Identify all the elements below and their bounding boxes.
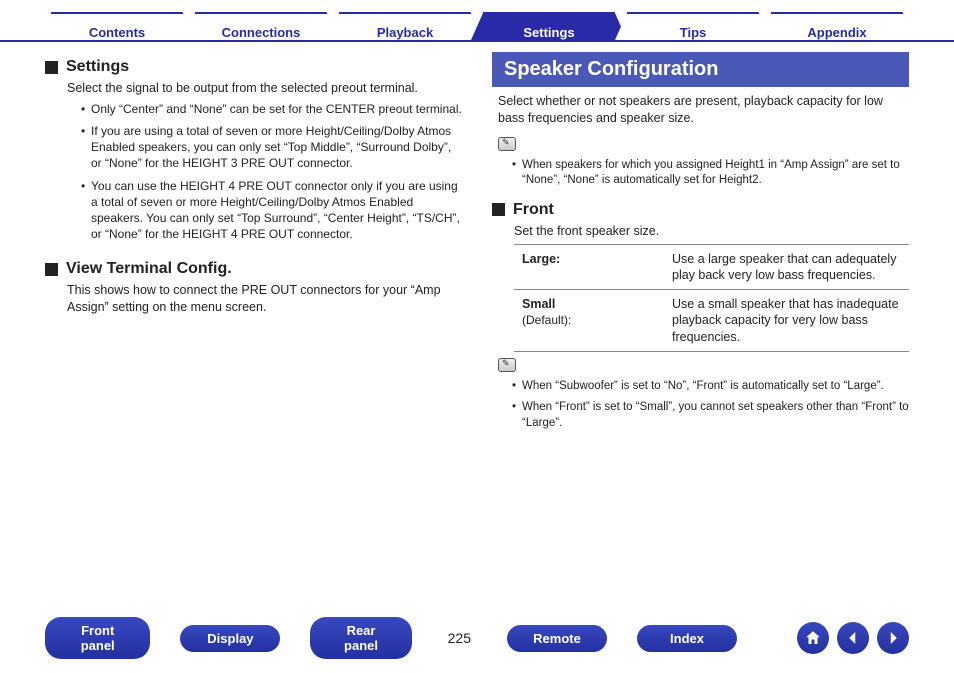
list-item: When “Subwoofer” is set to “No”, “Front”… <box>512 379 909 395</box>
remote-button[interactable]: Remote <box>507 625 607 652</box>
heading-text: Front <box>513 201 554 219</box>
tab-label: Tips <box>680 25 707 40</box>
option-label: Large: <box>522 252 560 266</box>
front-panel-button[interactable]: Front panel <box>45 617 150 659</box>
heading-view-terminal: View Terminal Config. <box>45 260 462 278</box>
page-number: 225 <box>442 630 477 646</box>
tab-label: Connections <box>222 25 301 40</box>
tab-contents[interactable]: Contents <box>39 12 195 40</box>
left-column: Settings Select the signal to be output … <box>45 52 462 597</box>
option-default: (Default): <box>522 313 571 327</box>
heading-front: Front <box>492 201 909 219</box>
top-tab-bar: Contents Connections Playback Settings T… <box>0 0 954 42</box>
tab-label: Playback <box>377 25 433 40</box>
option-desc: Use a small speaker that has inadequate … <box>664 290 909 352</box>
tab-tips[interactable]: Tips <box>615 12 771 40</box>
footer-bar: Front panel Display Rear panel 225 Remot… <box>0 617 954 659</box>
front-intro: Set the front speaker size. <box>514 223 909 240</box>
front-options-table: Large: Use a large speaker that can adeq… <box>514 244 909 352</box>
button-label: Display <box>207 631 253 646</box>
home-icon[interactable] <box>797 622 829 654</box>
settings-intro: Select the signal to be output from the … <box>67 80 462 97</box>
display-button[interactable]: Display <box>180 625 280 652</box>
note-list-2: When “Subwoofer” is set to “No”, “Front”… <box>512 379 909 432</box>
settings-bullet-list: Only “Center” and “None” can be set for … <box>81 101 462 243</box>
button-label: Rear panel <box>344 623 378 653</box>
heading-settings: Settings <box>45 58 462 76</box>
bullet-square-icon <box>45 61 58 74</box>
tab-appendix[interactable]: Appendix <box>759 12 915 40</box>
tab-label: Settings <box>523 25 574 40</box>
section-title-bar: Speaker Configuration <box>492 52 909 87</box>
option-label-cell: Large: <box>514 244 664 290</box>
list-item: When speakers for which you assigned Hei… <box>512 158 909 189</box>
tab-playback[interactable]: Playback <box>327 12 483 40</box>
option-desc: Use a large speaker that can adequately … <box>664 244 909 290</box>
note-icon <box>498 137 516 151</box>
prev-page-icon[interactable] <box>837 622 869 654</box>
tab-label: Contents <box>89 25 145 40</box>
table-row: Large: Use a large speaker that can adeq… <box>514 244 909 290</box>
list-item: If you are using a total of seven or mor… <box>81 123 462 172</box>
bullet-square-icon <box>45 263 58 276</box>
index-button[interactable]: Index <box>637 625 737 652</box>
list-item: Only “Center” and “None” can be set for … <box>81 101 462 117</box>
tab-connections[interactable]: Connections <box>183 12 339 40</box>
note-list-1: When speakers for which you assigned Hei… <box>512 158 909 189</box>
next-page-icon[interactable] <box>877 622 909 654</box>
tab-label: Appendix <box>807 25 866 40</box>
rear-panel-button[interactable]: Rear panel <box>310 617 411 659</box>
table-row: Small (Default): Use a small speaker tha… <box>514 290 909 352</box>
tab-settings[interactable]: Settings <box>471 12 627 40</box>
heading-text: View Terminal Config. <box>66 260 232 278</box>
option-label-cell: Small (Default): <box>514 290 664 352</box>
page-body: Settings Select the signal to be output … <box>0 42 954 597</box>
option-label: Small <box>522 297 555 311</box>
note-icon <box>498 358 516 372</box>
list-item: You can use the HEIGHT 4 PRE OUT connect… <box>81 178 462 243</box>
heading-text: Settings <box>66 58 129 76</box>
right-column: Speaker Configuration Select whether or … <box>492 52 909 597</box>
view-terminal-text: This shows how to connect the PRE OUT co… <box>67 282 462 316</box>
footer-nav-icons <box>797 622 909 654</box>
button-label: Remote <box>533 631 581 646</box>
button-label: Index <box>670 631 704 646</box>
button-label: Front panel <box>81 623 115 653</box>
section-title: Speaker Configuration <box>504 58 718 80</box>
speaker-config-intro: Select whether or not speakers are prese… <box>498 93 909 127</box>
list-item: When “Front” is set to “Small”, you cann… <box>512 400 909 431</box>
bullet-square-icon <box>492 203 505 216</box>
